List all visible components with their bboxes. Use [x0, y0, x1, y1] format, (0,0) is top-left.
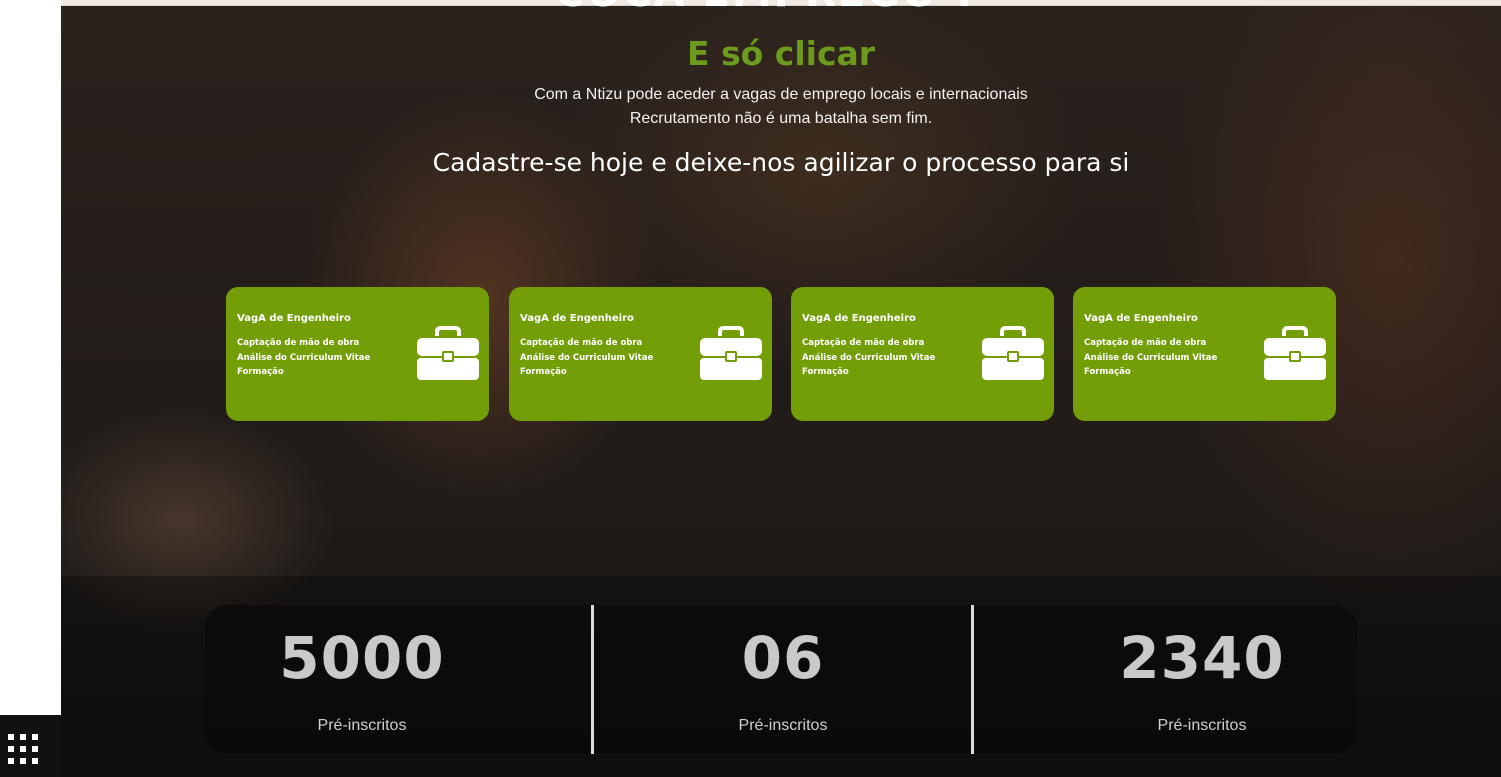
job-card-line: Análise do Curriculum Vitae [520, 353, 654, 363]
stat-label-preinscritos-3: Pré-inscritos [1157, 717, 1247, 734]
job-card-line: Análise do Curriculum Vitae [1084, 353, 1218, 363]
job-card-line: Formação [237, 367, 284, 377]
job-card-line: Captação de mão de obra [802, 338, 925, 348]
stat-value-preinscritos-2: 06 [741, 624, 825, 692]
hero-title-cut: COCA EMPREGO ? [555, 0, 1005, 10]
left-page-margin [0, 0, 61, 777]
job-card-title: VagA de Engenheiro [1084, 313, 1198, 324]
job-card-line: Formação [520, 367, 567, 377]
job-card-title: VagA de Engenheiro [802, 313, 916, 324]
job-card-title: VagA de Engenheiro [520, 313, 634, 324]
stat-value-preinscritos-1: 5000 [279, 624, 445, 692]
job-card-line: Formação [802, 367, 849, 377]
job-card-line: Formação [1084, 367, 1131, 377]
briefcase-icon [700, 326, 762, 380]
app-grid-button[interactable] [0, 715, 61, 777]
job-card-line: Captação de mão de obra [520, 338, 643, 348]
briefcase-icon [982, 326, 1044, 380]
hero-subtitle-line1: Com a Ntizu pode aceder a vagas de empre… [534, 86, 1028, 103]
hero-cta-text: Cadastre-se hoje e deixe-nos agilizar o … [432, 148, 1130, 177]
hero-subtitle-line2: Recrutamento não é uma batalha sem fim. [629, 110, 933, 127]
job-card-title: VagA de Engenheiro [237, 313, 351, 324]
stats-divider [591, 605, 594, 754]
grid-dots-icon [8, 734, 38, 764]
job-card-line: Captação de mão de obra [1084, 338, 1207, 348]
job-card-line: Análise do Curriculum Vitae [802, 353, 936, 363]
briefcase-icon [417, 326, 479, 380]
stat-label-preinscritos-1: Pré-inscritos [317, 717, 407, 734]
job-card[interactable]: VagA de Engenheiro Captação de mão de ob… [791, 287, 1054, 421]
hero-accent-title: E só clicar [686, 34, 876, 73]
job-card[interactable]: VagA de Engenheiro Captação de mão de ob… [226, 287, 489, 421]
briefcase-icon [1264, 326, 1326, 380]
job-card[interactable]: VagA de Engenheiro Captação de mão de ob… [509, 287, 772, 421]
job-card-line: Análise do Curriculum Vitae [237, 353, 371, 363]
job-card[interactable]: VagA de Engenheiro Captação de mão de ob… [1073, 287, 1336, 421]
stat-value-preinscritos-3: 2340 [1119, 624, 1285, 692]
stats-divider [971, 605, 974, 754]
stat-label-preinscritos-2: Pré-inscritos [738, 717, 828, 734]
job-card-line: Captação de mão de obra [237, 338, 360, 348]
